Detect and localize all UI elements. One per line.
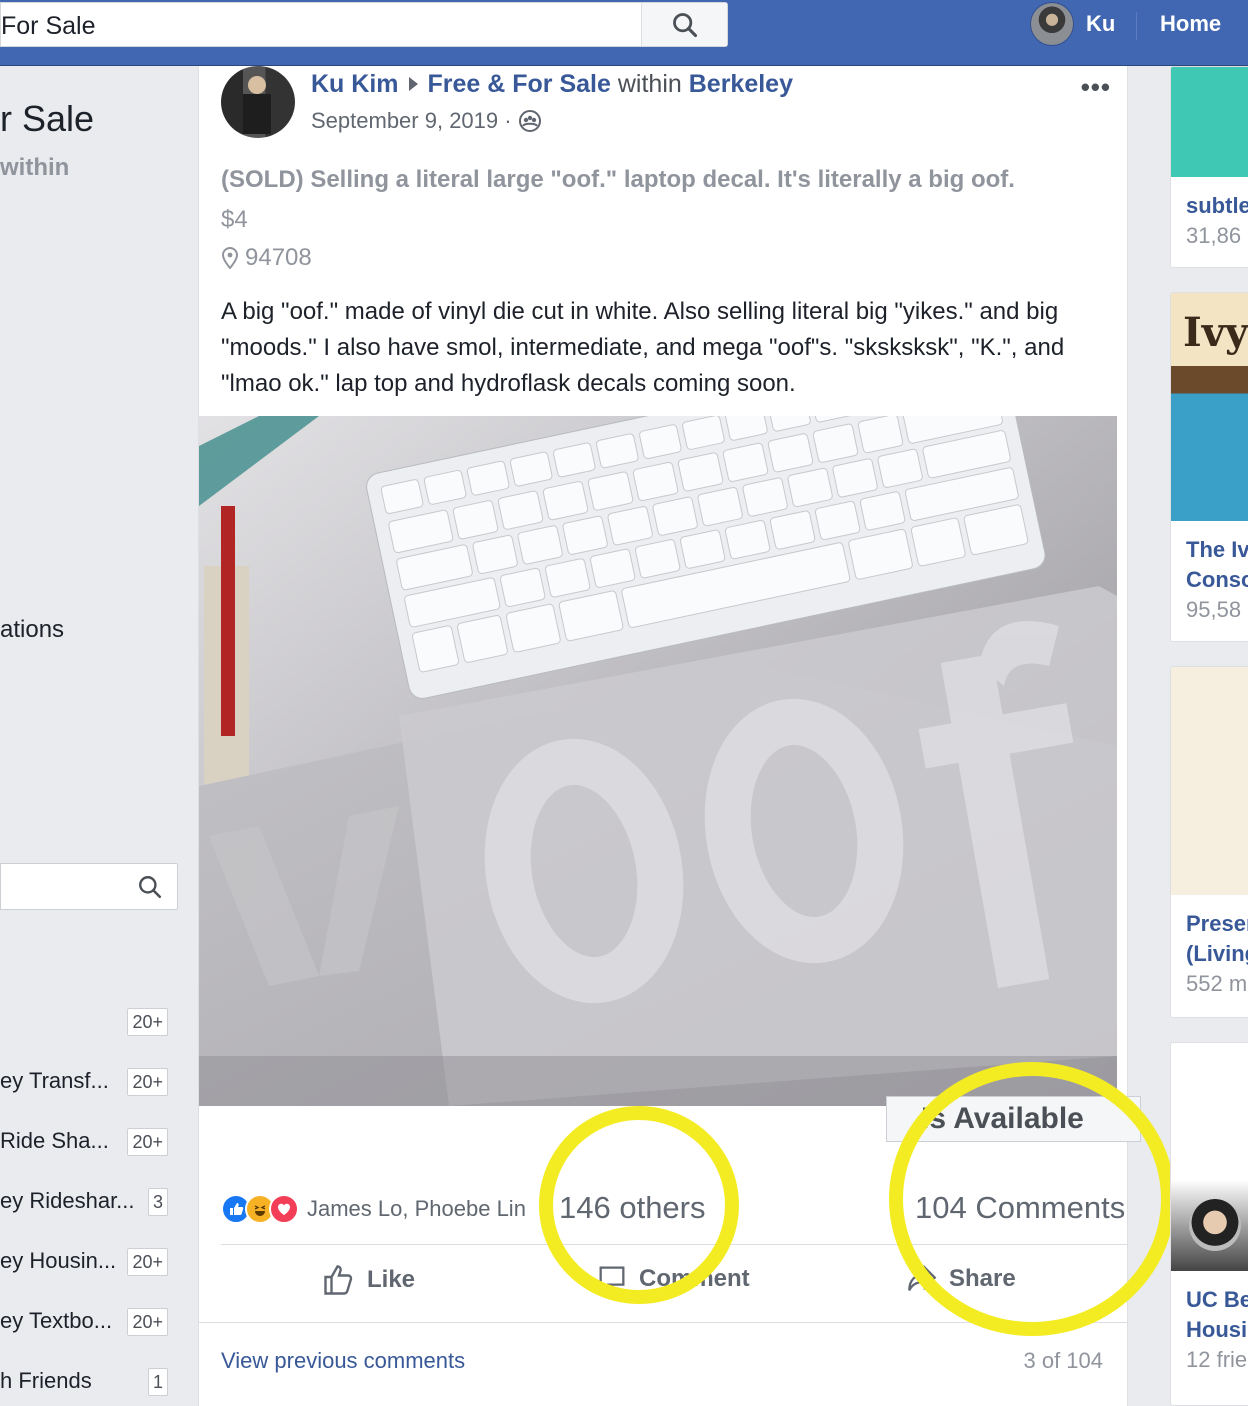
author-avatar[interactable] [221,66,295,138]
comment-button[interactable]: Comment [595,1262,750,1296]
count-badge: 20+ [127,1248,168,1276]
suggested-group-card[interactable]: UC Be Housir 12 frie [1170,1042,1248,1406]
divider [221,1244,1127,1245]
suggested-group-card[interactable]: Ivy The Iv Consc 95,58 [1170,292,1248,642]
group-name-line2[interactable]: Consc [1171,565,1248,595]
like-button[interactable]: Like [321,1262,415,1298]
sidebar-group-item[interactable]: ey Housin... 20+ [0,1248,178,1278]
within-label: within [617,70,682,98]
availability-button[interactable]: Is Available [886,1096,1141,1142]
location-link[interactable]: Berkeley [689,70,793,98]
count-badge: 20+ [127,1008,168,1036]
listing-location: 94708 [221,244,312,272]
sidebar-group-item[interactable]: Ride Sha... 20+ [0,1128,178,1158]
avatar [1030,2,1074,46]
group-search-input[interactable] [0,863,178,910]
share-icon [908,1264,937,1291]
mutual-friends: 12 frie [1186,1347,1248,1372]
share-label: Share [949,1265,1016,1292]
post-timestamp[interactable]: September 9, 2019 · [311,108,512,134]
post-photo[interactable] [199,416,1117,1106]
divider [1136,12,1137,40]
group-cover-image [1171,1043,1248,1271]
love-reaction-icon [269,1194,299,1224]
user-name: Ku [1086,11,1116,36]
suggested-group-card[interactable]: Preser (Living 552 m [1170,666,1248,1018]
profile-link[interactable]: Ku [1030,2,1115,46]
post-actions: Like Comment Share [199,1252,1129,1312]
search-icon [672,12,697,37]
sidebar-group-item[interactable]: h Friends 1 [0,1368,178,1398]
divider [199,1322,1127,1323]
home-link[interactable]: Home [1160,11,1221,37]
group-members-icon [518,110,541,132]
share-button[interactable]: Share [905,1262,1016,1296]
top-navigation-bar: For Sale Ku Home [0,0,1248,66]
comments-count[interactable]: 104 Comments [915,1190,1125,1226]
count-badge: 20+ [127,1128,168,1156]
group-name-line2[interactable]: (Living [1171,939,1248,969]
suggested-group-card[interactable]: subtle 31,86 [1170,66,1248,268]
left-sidebar: r Sale within ations 20+ ey Transf... 20+… [0,66,198,1406]
group-cover-image [1171,67,1248,177]
count-badge: 20+ [127,1068,168,1096]
post-header: Ku Kim Free & For Sale within Berkeley [311,70,793,99]
member-count: 31,86 [1186,223,1242,248]
view-previous-comments-link[interactable]: View previous comments [221,1348,465,1374]
sidebar-group-item[interactable]: ey Textbo... 20+ [0,1308,178,1338]
photo-image [199,416,1117,1106]
comment-page-indicator: 3 of 104 [1023,1348,1103,1373]
group-cover-image: Ivy [1171,293,1248,521]
more-options-button[interactable]: ••• [1081,72,1111,103]
member-count: 552 m [1186,971,1248,996]
reaction-others-count[interactable]: 146 others [559,1190,706,1226]
right-sidebar: subtle 31,86 Ivy The Iv Consc 95,58 Pres… [1150,66,1248,1406]
search-input[interactable]: For Sale [0,2,728,47]
listing-price: $4 [221,206,248,233]
location-pin-icon [221,247,239,269]
sidebar-group-item[interactable]: ey Transf... 20+ [0,1068,178,1098]
search-icon[interactable] [137,874,163,900]
sidebar-group-item[interactable]: 20+ [0,1008,178,1038]
group-name-line2[interactable]: Housir [1171,1315,1248,1345]
member-count: 95,58 [1186,597,1242,622]
post-date: September 9, 2019 · [311,108,542,134]
group-cover-image [1171,667,1248,895]
count-badge: 3 [147,1188,168,1216]
search-input-value: For Sale [1,12,96,40]
zip-code: 94708 [245,244,312,271]
listing-title: (SOLD) Selling a literal large "oof." la… [221,166,1015,193]
post-description: A big "oof." made of vinyl die cut in wh… [221,298,1065,397]
avatar [1189,1199,1241,1251]
count-badge: 1 [147,1368,168,1396]
reaction-names: James Lo, Phoebe Lin [307,1196,526,1221]
group-title[interactable]: r Sale [0,98,94,140]
group-subtitle: within [0,154,70,181]
comment-icon [599,1266,625,1293]
count-badge: 20+ [127,1308,168,1336]
comment-label: Comment [639,1265,750,1292]
author-link[interactable]: Ku Kim [311,70,399,98]
search-button[interactable] [641,3,727,46]
group-link[interactable]: Free & For Sale [428,70,611,98]
feed-post: Ku Kim Free & For Sale within Berkeley Se… [198,66,1175,1406]
like-label: Like [367,1266,416,1293]
sidebar-group-item[interactable]: ey Rideshаr... 3 [0,1188,178,1218]
group-name[interactable]: subtle [1171,191,1248,221]
reactions-summary[interactable]: James Lo, Phoebe Lin [221,1194,526,1224]
sidebar-item-recommendations[interactable]: ations [0,616,64,644]
thumbs-up-icon [324,1265,353,1295]
group-name[interactable]: The Iv [1171,535,1248,565]
caret-right-icon [408,77,418,92]
group-name[interactable]: Preser [1171,909,1248,939]
group-name[interactable]: UC Be [1171,1285,1248,1315]
